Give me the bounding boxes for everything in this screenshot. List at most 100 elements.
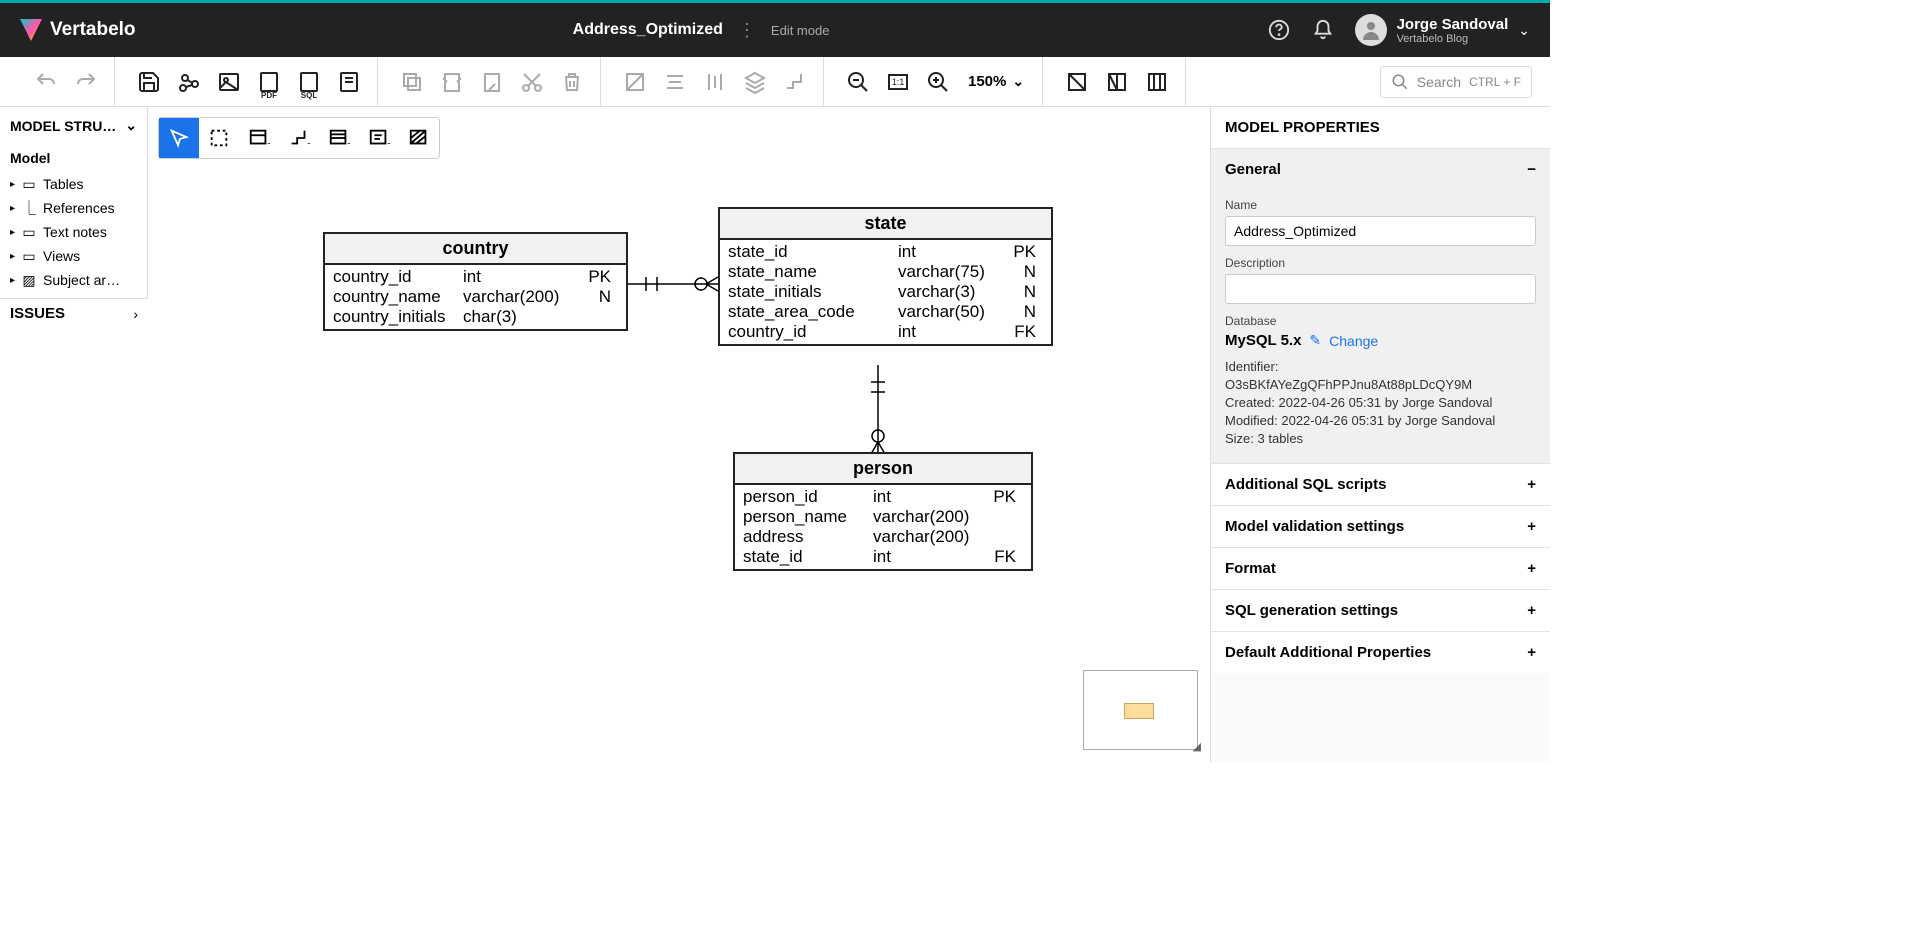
chevron-down-icon: ⌄ xyxy=(125,117,137,134)
section-header[interactable]: Model validation settings+ xyxy=(1211,506,1550,547)
share-button[interactable] xyxy=(173,66,205,98)
zoom-select[interactable]: 150% ⌄ xyxy=(962,73,1030,90)
align-v-button[interactable] xyxy=(699,66,731,98)
zoom-in-button[interactable] xyxy=(922,66,954,98)
notation-1-button[interactable] xyxy=(1061,66,1093,98)
model-structure-header[interactable]: MODEL STRU… ⌄ xyxy=(8,113,139,144)
resize-handle-icon[interactable]: ◢ xyxy=(1193,740,1201,753)
top-bar: Vertabelo Address_Optimized ⋮ Edit mode … xyxy=(0,0,1550,57)
column-row[interactable]: person_namevarchar(200) xyxy=(741,507,1025,527)
zoom-out-button[interactable] xyxy=(842,66,874,98)
pdf-export-button[interactable]: PDF xyxy=(253,66,285,98)
sql-export-button[interactable]: SQL xyxy=(293,66,325,98)
notation-3-button[interactable] xyxy=(1141,66,1173,98)
section-label: Additional SQL scripts xyxy=(1225,476,1386,493)
paste-special-button[interactable] xyxy=(476,66,508,98)
column-name: country_id xyxy=(728,322,898,342)
save-button[interactable] xyxy=(133,66,165,98)
section-header[interactable]: SQL generation settings+ xyxy=(1211,590,1550,631)
kebab-menu-icon[interactable]: ⋮ xyxy=(738,20,756,41)
column-flag: PK xyxy=(988,487,1016,507)
add-view-tool[interactable]: + xyxy=(319,118,359,158)
add-area-tool[interactable] xyxy=(399,118,439,158)
notation-2-button[interactable] xyxy=(1101,66,1133,98)
user-menu[interactable]: Jorge Sandoval Vertabelo Blog ⌄ xyxy=(1355,14,1530,46)
column-row[interactable]: country_namevarchar(200)N xyxy=(331,287,620,307)
section-header[interactable]: Additional SQL scripts+ xyxy=(1211,464,1550,505)
copy-button[interactable] xyxy=(396,66,428,98)
help-icon[interactable] xyxy=(1267,18,1291,42)
marquee-tool[interactable] xyxy=(199,118,239,158)
minus-icon: − xyxy=(1527,161,1536,178)
bell-icon[interactable] xyxy=(1311,18,1335,42)
xml-export-button[interactable] xyxy=(333,66,365,98)
column-row[interactable]: country_idintFK xyxy=(726,322,1045,342)
column-row[interactable]: state_idintFK xyxy=(741,547,1025,567)
column-flag xyxy=(583,307,611,327)
column-row[interactable]: state_namevarchar(75)N xyxy=(726,262,1045,282)
diagram-canvas[interactable]: + + + + country cou xyxy=(148,107,1210,762)
column-flag: FK xyxy=(988,547,1016,567)
tree-item[interactable]: ▸▭Views xyxy=(8,244,139,268)
redo-button[interactable] xyxy=(70,66,102,98)
column-row[interactable]: addressvarchar(200) xyxy=(741,527,1025,547)
name-input[interactable] xyxy=(1225,216,1536,246)
chevron-down-icon: ⌄ xyxy=(1518,22,1530,39)
column-flag: N xyxy=(583,287,611,307)
add-table-tool[interactable]: + xyxy=(239,118,279,158)
column-name: state_initials xyxy=(728,282,898,302)
section-general-header[interactable]: General − xyxy=(1211,149,1550,190)
entity-state[interactable]: state state_idintPKstate_namevarchar(75)… xyxy=(718,207,1053,346)
column-row[interactable]: state_area_codevarchar(50)N xyxy=(726,302,1045,322)
section-header[interactable]: Default Additional Properties+ xyxy=(1211,632,1550,673)
tree-item[interactable]: ▸▭Text notes xyxy=(8,220,139,244)
tree-item-label: Text notes xyxy=(43,224,107,240)
paste-button[interactable] xyxy=(436,66,468,98)
layers-button[interactable] xyxy=(739,66,771,98)
column-row[interactable]: state_initialsvarchar(3)N xyxy=(726,282,1045,302)
name-label: Name xyxy=(1225,198,1536,212)
fit-button[interactable] xyxy=(619,66,651,98)
column-row[interactable]: state_idintPK xyxy=(726,242,1045,262)
identifier-value: O3sBKfAYeZgQFhPPJnu8At88pLDcQY9M xyxy=(1225,377,1536,392)
plus-icon: + xyxy=(1527,644,1536,661)
reference-style-button[interactable] xyxy=(779,66,811,98)
column-row[interactable]: person_idintPK xyxy=(741,487,1025,507)
model-root: Model xyxy=(10,150,137,166)
search-input[interactable]: Search CTRL + F xyxy=(1380,66,1532,98)
tree-item[interactable]: ▸▭Tables xyxy=(8,172,139,196)
plus-icon: + xyxy=(1527,560,1536,577)
description-input[interactable] xyxy=(1225,274,1536,304)
select-tool[interactable] xyxy=(159,118,199,158)
logo[interactable]: Vertabelo xyxy=(20,19,136,41)
add-note-tool[interactable]: + xyxy=(359,118,399,158)
undo-button[interactable] xyxy=(30,66,62,98)
tree-item[interactable]: ▸▨Subject ar… xyxy=(8,268,139,292)
column-flag: FK xyxy=(1008,322,1036,342)
toolbar: PDF SQL 1:1 150% ⌄ Search CTRL + F xyxy=(0,57,1550,107)
entity-person[interactable]: person person_idintPKperson_namevarchar(… xyxy=(733,452,1033,571)
document-title: Address_Optimized xyxy=(573,21,723,39)
column-row[interactable]: country_initialschar(3) xyxy=(331,307,620,327)
entity-country[interactable]: country country_idintPKcountry_namevarch… xyxy=(323,232,628,331)
tree-item[interactable]: ▸⎿References xyxy=(8,196,139,220)
column-type: varchar(200) xyxy=(873,527,988,547)
column-type: varchar(200) xyxy=(873,507,988,527)
section-label: SQL generation settings xyxy=(1225,602,1398,619)
column-name: country_id xyxy=(333,267,463,287)
description-label: Description xyxy=(1225,256,1536,270)
pencil-icon[interactable]: ✎ xyxy=(1309,332,1321,349)
zoom-reset-button[interactable]: 1:1 xyxy=(882,66,914,98)
delete-button[interactable] xyxy=(556,66,588,98)
column-row[interactable]: country_idintPK xyxy=(331,267,620,287)
change-link[interactable]: Change xyxy=(1329,333,1378,349)
chevron-down-icon: ⌄ xyxy=(1012,73,1024,90)
cut-button[interactable] xyxy=(516,66,548,98)
minimap[interactable]: ◢ xyxy=(1083,670,1198,750)
align-h-button[interactable] xyxy=(659,66,691,98)
section-header[interactable]: Format+ xyxy=(1211,548,1550,589)
add-reference-tool[interactable]: + xyxy=(279,118,319,158)
image-export-button[interactable] xyxy=(213,66,245,98)
issues-panel-toggle[interactable]: ISSUES › xyxy=(0,298,148,328)
column-name: state_id xyxy=(743,547,873,567)
